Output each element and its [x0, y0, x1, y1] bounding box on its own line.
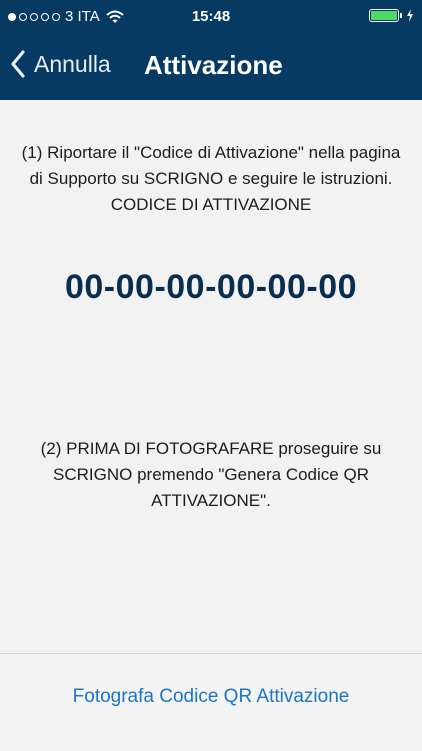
activation-code: 00-00-00-00-00-00 [64, 268, 358, 306]
battery-icon [369, 9, 399, 22]
photograph-qr-code-button[interactable]: Fotografa Codice QR Attivazione [0, 686, 422, 708]
page-title: Attivazione [144, 50, 283, 80]
status-time: 15:48 [191, 8, 231, 25]
instruction-1-line-2: di Supporto su SCRIGNO e seguire le istr… [29, 169, 393, 188]
status-bar: 3 ITA 15:48 [0, 0, 422, 32]
status-right [369, 9, 414, 22]
instruction-2-line-2: SCRIGNO premendo "Genera Codice QR [53, 465, 369, 484]
battery-level [371, 11, 397, 20]
back-button[interactable]: Annulla [10, 50, 111, 78]
chevron-left-icon [11, 50, 25, 78]
charging-bolt-icon [407, 9, 413, 22]
instruction-2-line-3: ATTIVAZIONE". [151, 491, 271, 510]
main-content: (1) Riportare il "Codice di Attivazione"… [0, 100, 422, 751]
instruction-1-line-1: (1) Riportare il "Codice di Attivazione"… [21, 143, 401, 162]
instruction-step-2: (2) PRIMA DI FOTOGRAFARE proseguire su S… [0, 436, 422, 514]
bottom-action-bar: Fotografa Codice QR Attivazione [0, 653, 422, 751]
back-button-label: Annulla [34, 50, 111, 77]
instruction-2-line-1: (2) PRIMA DI FOTOGRAFARE proseguire su [40, 439, 382, 458]
code-heading: CODICE DI ATTIVAZIONE [110, 195, 312, 214]
instruction-step-1: (1) Riportare il "Codice di Attivazione"… [0, 140, 422, 218]
top-bar: 3 ITA 15:48 Annulla Attivazione [0, 0, 422, 100]
battery-tip [400, 13, 402, 18]
navigation-bar: Annulla Attivazione [0, 32, 422, 100]
